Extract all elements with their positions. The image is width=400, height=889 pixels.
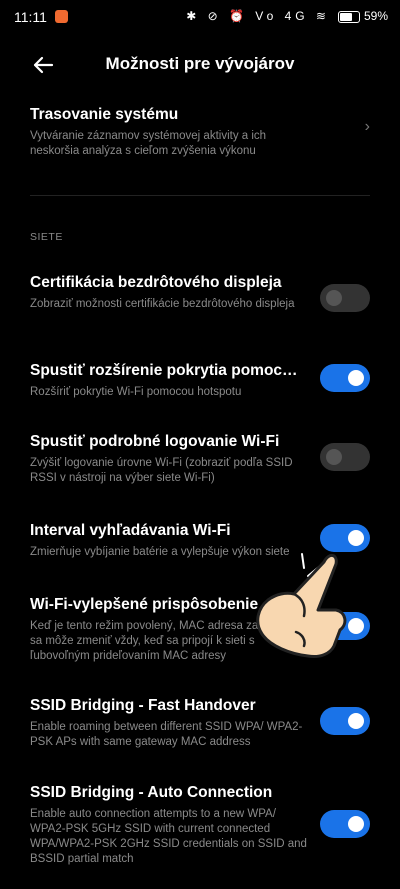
item-subtitle: Vytváranie záznamov systémovej aktivity …: [30, 130, 267, 157]
item-subtitle: Rozšíriť pokrytie Wi-Fi pomocou hotspotu: [30, 386, 242, 398]
hotspot-coverage-item[interactable]: Spustiť rozšírenie pokrytia pomocou... R…: [30, 362, 370, 400]
app-notification-icon: [55, 10, 68, 23]
item-subtitle: Zobraziť možnosti certifikácie bezdrôtov…: [30, 298, 295, 310]
toggle-switch[interactable]: [320, 284, 370, 312]
status-icons: ✱ ⊘ ⏰ Vo 4G ≋: [186, 9, 330, 23]
section-header: SIETE: [30, 231, 63, 243]
status-bar: 11:11 ✱ ⊘ ⏰ Vo 4G ≋ 59%: [0, 0, 400, 34]
item-title: SSID Bridging - Fast Handover: [30, 697, 256, 714]
item-title: SSID Bridging - Auto Connection: [30, 784, 273, 801]
page-title: Možnosti pre vývojárov: [105, 54, 295, 73]
toggle-switch[interactable]: [320, 810, 370, 838]
divider: [30, 195, 370, 196]
chevron-right-icon: ›: [364, 118, 370, 135]
toggle-switch[interactable]: [320, 364, 370, 392]
status-time: 11:11: [14, 9, 47, 25]
system-tracing-item[interactable]: Trasovanie systému Vytváranie záznamov s…: [30, 106, 370, 159]
battery-icon: [338, 11, 360, 23]
item-subtitle: Enable roaming between different SSID WP…: [30, 721, 303, 748]
wifi-verbose-logging-item[interactable]: Spustiť podrobné logovanie Wi-Fi Zvýšiť …: [30, 433, 370, 486]
battery-percent: 59%: [364, 9, 389, 23]
item-title: Spustiť rozšírenie pokrytia pomocou...: [30, 362, 305, 379]
item-title: Trasovanie systému: [30, 106, 179, 123]
pointing-hand-icon: [236, 536, 376, 660]
toggle-switch[interactable]: [320, 443, 370, 471]
toggle-switch[interactable]: [320, 707, 370, 735]
ssid-fast-handover-item[interactable]: SSID Bridging - Fast Handover Enable roa…: [30, 697, 370, 750]
app-header: Možnosti pre vývojárov: [0, 44, 400, 86]
item-subtitle: Zvýšiť logovanie úrovne Wi-Fi (zobraziť …: [30, 457, 293, 484]
wireless-display-cert-item[interactable]: Certifikácia bezdrôtového displeja Zobra…: [30, 274, 370, 312]
item-title: Spustiť podrobné logovanie Wi-Fi: [30, 433, 280, 450]
item-title: Certifikácia bezdrôtového displeja: [30, 274, 282, 291]
ssid-auto-connection-item[interactable]: SSID Bridging - Auto Connection Enable a…: [30, 784, 370, 867]
item-subtitle: Enable auto connection attempts to a new…: [30, 808, 307, 865]
